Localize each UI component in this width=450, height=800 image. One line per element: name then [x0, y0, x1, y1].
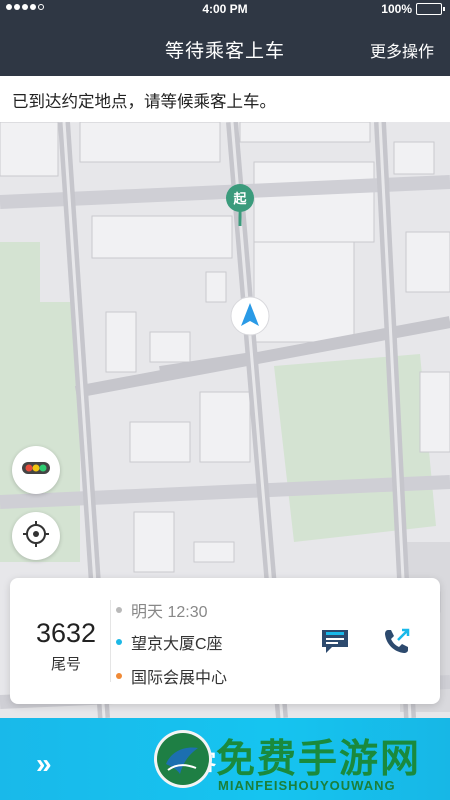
status-bar: 4:00 PM 100% — [0, 0, 450, 18]
swipe-arrows-icon: » — [36, 748, 51, 779]
watermark-logo — [154, 730, 212, 788]
trip-time-row: 明天 12:30 — [116, 598, 208, 622]
tail-number: 3632 — [35, 618, 97, 648]
locate-me-button[interactable] — [12, 512, 60, 560]
message-icon — [320, 630, 350, 660]
watermark-title: 免费手游网 — [216, 737, 422, 782]
traffic-toggle-button[interactable] — [12, 446, 60, 494]
pickup-row: 望京大厦C座 — [116, 630, 223, 654]
trip-card: 3632 尾号 明天 12:30 望京大厦C座 国际会展中心 — [10, 578, 440, 704]
arrival-notice: 已到达约定地点，请等候乘客上车。 — [0, 76, 450, 122]
battery-status: 100% — [381, 2, 445, 16]
vehicle-location-icon — [230, 296, 270, 336]
destination-location: 国际会展中心 — [131, 670, 228, 687]
traffic-light-icon — [21, 460, 51, 481]
destination-dot — [116, 673, 122, 679]
phone-icon — [382, 628, 412, 660]
battery-percent: 100% — [381, 2, 412, 16]
destination-row: 国际会展中心 — [116, 664, 227, 688]
watermark-subtitle: MIANFEISHOUYOUWANG — [218, 778, 396, 793]
tail-number-label: 尾号 — [50, 656, 81, 673]
pickup-location: 望京大厦C座 — [131, 636, 223, 653]
more-actions-button[interactable]: 更多操作 — [370, 38, 434, 62]
card-divider — [110, 600, 111, 682]
start-marker-label: 起 — [233, 191, 247, 206]
pickup-dot — [116, 639, 122, 645]
call-button[interactable] — [382, 626, 412, 656]
message-button[interactable] — [320, 626, 350, 656]
crosshair-icon — [22, 520, 50, 553]
slide-action-bar[interactable]: » 乘客 免费手游网 MIANFEISHOUYOUWANG — [0, 718, 450, 800]
nav-bar: 等待乘客上车 更多操作 — [0, 18, 450, 76]
trip-time: 明天 12:30 — [131, 604, 208, 621]
battery-icon — [416, 3, 445, 15]
time-dot — [116, 607, 122, 613]
